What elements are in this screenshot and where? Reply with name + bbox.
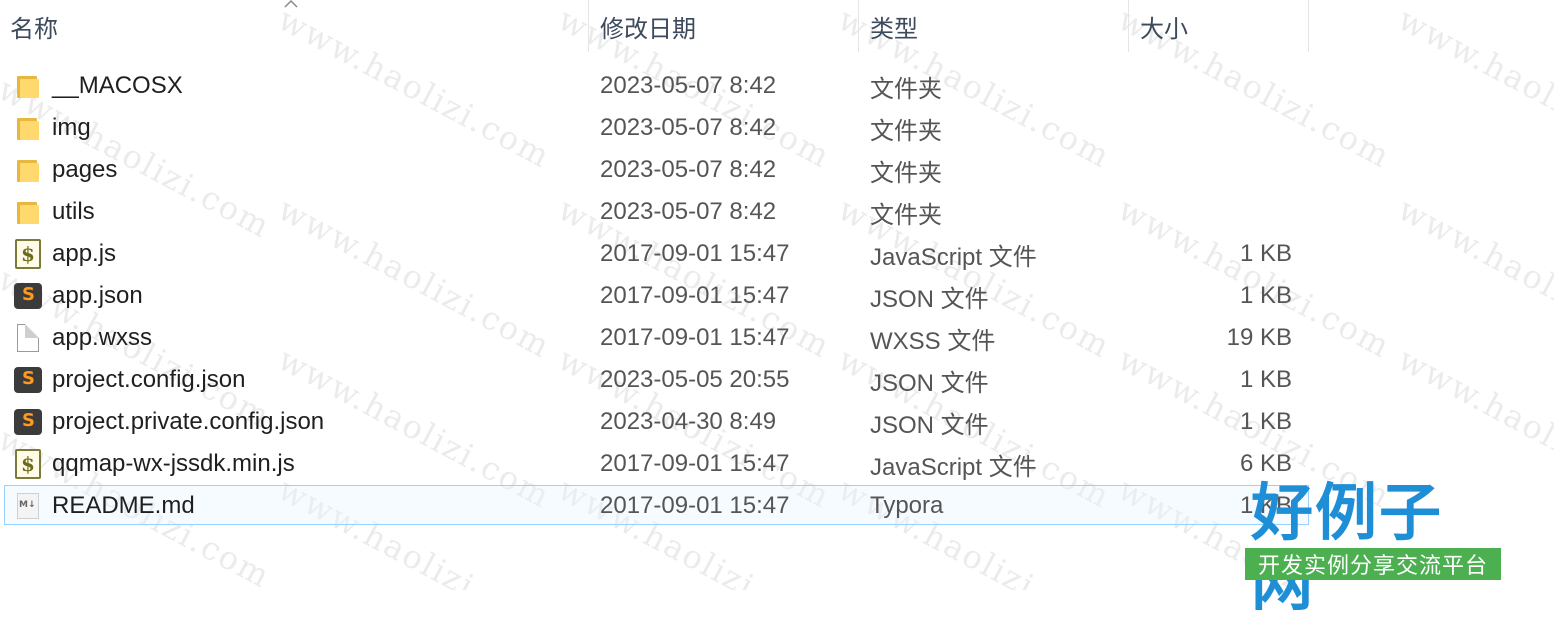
file-size: 1 KB <box>1239 240 1292 267</box>
file-name[interactable]: app.js <box>52 233 116 275</box>
file-row[interactable]: Sproject.private.config.json 2023-04-30 8… <box>0 401 1554 443</box>
file-size: 1 KB <box>1239 282 1292 309</box>
file-modified-date: 2017-09-01 15:47 <box>600 450 790 477</box>
file-name[interactable]: app.json <box>52 275 143 317</box>
folder-icon <box>13 107 43 149</box>
file-modified-date: 2017-09-01 15:47 <box>600 324 790 351</box>
file-size: 19 KB <box>1226 324 1292 351</box>
column-header-date[interactable]: 修改日期 <box>590 0 858 52</box>
file-row[interactable]: pages 2023-05-07 8:42 文件夹 <box>0 149 1554 191</box>
markdown-file-icon: M↓ <box>13 485 43 527</box>
file-modified-date: 2023-04-30 8:49 <box>600 408 777 435</box>
file-name[interactable]: project.private.config.json <box>52 401 324 443</box>
file-name[interactable]: utils <box>52 191 95 233</box>
file-name[interactable]: img <box>52 107 91 149</box>
file-name[interactable]: __MACOSX <box>52 65 183 107</box>
file-name[interactable]: app.wxss <box>52 317 152 359</box>
column-header-name[interactable]: 名称 <box>0 0 588 52</box>
file-modified-date: 2023-05-07 8:42 <box>600 114 777 141</box>
file-size: 1 KB <box>1239 366 1292 393</box>
file-type: JSON 文件 <box>870 285 989 313</box>
logo-subtitle: 开发实例分享交流平台 <box>1245 548 1501 580</box>
javascript-file-icon: $ <box>13 443 43 485</box>
file-type: 文件夹 <box>870 75 942 103</box>
file-modified-date: 2023-05-07 8:42 <box>600 156 777 183</box>
file-row[interactable]: Sapp.json 2017-09-01 15:47 JSON 文件 1 KB <box>0 275 1554 317</box>
javascript-file-icon: $ <box>13 233 43 275</box>
file-name[interactable]: project.config.json <box>52 359 245 401</box>
file-row[interactable]: app.wxss 2017-09-01 15:47 WXSS 文件 19 KB <box>0 317 1554 359</box>
file-type: WXSS 文件 <box>870 327 996 355</box>
file-row[interactable]: $ app.js 2017-09-01 15:47 JavaScript 文件 1 KB <box>0 233 1554 275</box>
file-size <box>1130 149 1292 191</box>
file-size <box>1130 107 1292 149</box>
file-type: JSON 文件 <box>870 411 989 439</box>
column-divider[interactable] <box>1308 0 1309 52</box>
file-modified-date: 2017-09-01 15:47 <box>600 492 790 519</box>
folder-icon <box>13 149 43 191</box>
file-type: 文件夹 <box>870 159 942 187</box>
column-divider[interactable] <box>858 0 859 52</box>
column-header-bar: 名称 修改日期 类型 大小 <box>0 0 1554 54</box>
file-size: 1 KB <box>1239 408 1292 435</box>
file-row[interactable]: img 2023-05-07 8:42 文件夹 <box>0 107 1554 149</box>
file-modified-date: 2017-09-01 15:47 <box>600 282 790 309</box>
file-size <box>1130 65 1292 107</box>
json-file-icon: S <box>13 359 43 401</box>
json-file-icon: S <box>13 275 43 317</box>
file-row[interactable]: Sproject.config.json 2023-05-05 20:55 JSON… <box>0 359 1554 401</box>
site-logo: 好例子网 开发实例分享交流平台 <box>1243 478 1503 618</box>
file-row[interactable]: utils 2023-05-07 8:42 文件夹 <box>0 191 1554 233</box>
file-modified-date: 2023-05-05 20:55 <box>600 366 790 393</box>
file-name[interactable]: README.md <box>52 485 195 527</box>
file-type: JavaScript 文件 <box>870 453 1037 481</box>
file-name[interactable]: pages <box>52 149 117 191</box>
file-modified-date: 2023-05-07 8:42 <box>600 72 777 99</box>
file-modified-date: 2023-05-07 8:42 <box>600 198 777 225</box>
file-type: 文件夹 <box>870 201 942 229</box>
folder-icon <box>13 191 43 233</box>
json-file-icon: S <box>13 401 43 443</box>
blank-file-icon <box>13 317 43 359</box>
file-row[interactable]: __MACOSX 2023-05-07 8:42 文件夹 <box>0 65 1554 107</box>
file-type: JSON 文件 <box>870 369 989 397</box>
file-type: 文件夹 <box>870 117 942 145</box>
column-divider[interactable] <box>588 0 589 52</box>
file-modified-date: 2017-09-01 15:47 <box>600 240 790 267</box>
file-type: JavaScript 文件 <box>870 243 1037 271</box>
column-header-type[interactable]: 类型 <box>860 0 1128 52</box>
file-list: __MACOSX 2023-05-07 8:42 文件夹 img 2023-05-07 … <box>0 65 1554 527</box>
column-divider[interactable] <box>1128 0 1129 52</box>
file-type: Typora <box>870 492 944 519</box>
file-name[interactable]: qqmap-wx-jssdk.min.js <box>52 443 295 485</box>
folder-icon <box>13 65 43 107</box>
column-header-size[interactable]: 大小 <box>1130 0 1308 52</box>
file-size <box>1130 191 1292 233</box>
